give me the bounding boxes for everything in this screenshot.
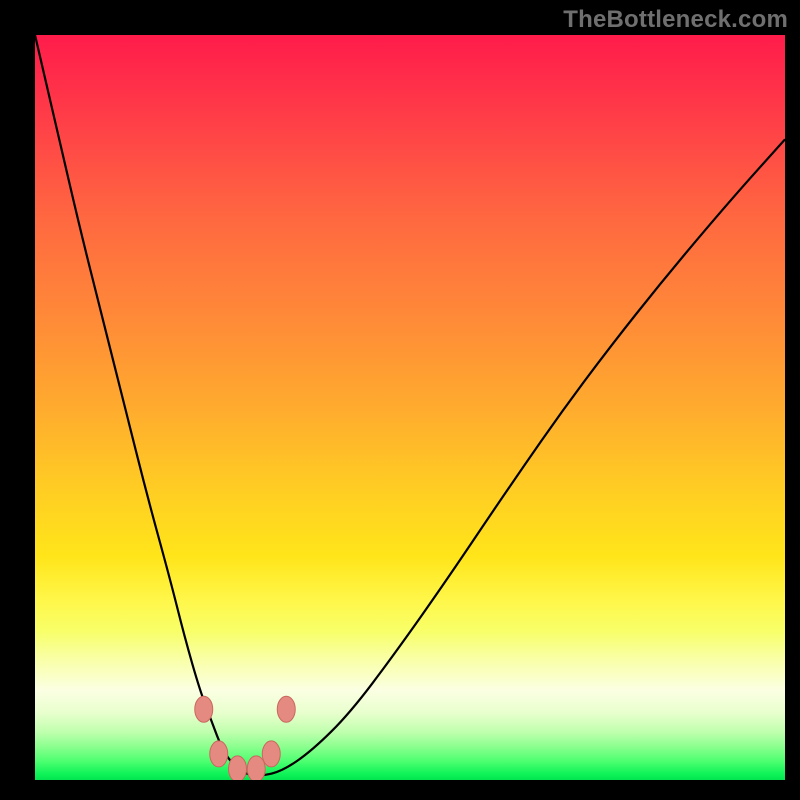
- curve-marker: [195, 696, 213, 722]
- curve-marker: [277, 696, 295, 722]
- curve-marker: [262, 741, 280, 767]
- plot-area: [35, 35, 785, 780]
- chart-frame: TheBottleneck.com: [0, 0, 800, 800]
- curve-marker: [210, 741, 228, 767]
- bottleneck-curve: [35, 35, 785, 775]
- curve-markers: [195, 696, 296, 780]
- curve-marker: [229, 756, 247, 780]
- curve-marker: [247, 756, 265, 780]
- watermark-text: TheBottleneck.com: [563, 6, 788, 34]
- curve-layer: [35, 35, 785, 780]
